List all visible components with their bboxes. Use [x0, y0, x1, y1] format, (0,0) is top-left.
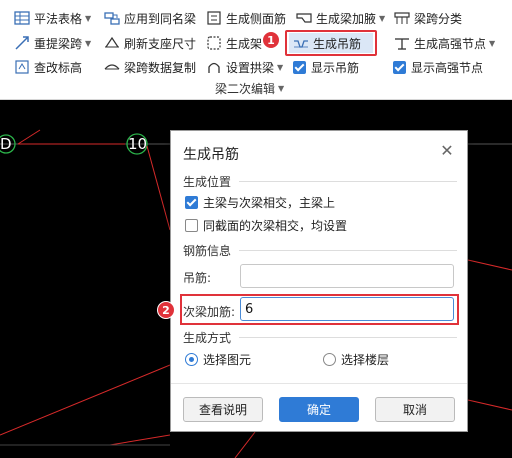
gen-hanger-dialog: 生成吊筋 ✕ 生成位置 主梁与次梁相交，主梁上 同截面的次梁相交，均设置 钢筋信…: [157, 130, 468, 432]
arch-icon: [206, 59, 222, 75]
chevron-down-icon: ▼: [379, 13, 386, 23]
flat-table-label: 平法表格: [34, 11, 83, 26]
show-hanger-label: 显示吊筋: [311, 60, 360, 75]
refresh-support-icon: [104, 35, 120, 51]
flat-table-button[interactable]: 平法表格 ▼: [14, 8, 91, 28]
relift-icon: [14, 35, 30, 51]
gen-beam-stirrup-label: 生成架: [226, 36, 263, 51]
dialog-title: 生成吊筋: [183, 147, 239, 163]
radio-select-element-label: 选择图元: [203, 353, 252, 367]
option-same-section-checkbox[interactable]: 同截面的次梁相交，均设置: [185, 217, 347, 234]
apply-same-beam-label: 应用到同名梁: [124, 11, 197, 26]
section-position-header: 生成位置: [183, 173, 457, 190]
haunch-icon: [296, 10, 312, 26]
check-elevation-label: 查改标高: [34, 60, 83, 75]
chevron-down-icon: ▼: [85, 38, 92, 48]
option-same-section-label: 同截面的次梁相交，均设置: [203, 219, 348, 233]
group-label-text: 梁二次编辑: [215, 82, 276, 96]
axis-label-10: 10: [128, 135, 148, 153]
gen-side-rebar-button[interactable]: 生成侧面筋: [206, 8, 286, 28]
secondary-field-label: 次梁加筋:: [183, 305, 236, 319]
close-icon[interactable]: ✕: [439, 143, 455, 159]
span-classify-icon: [394, 10, 410, 26]
help-button[interactable]: 查看说明: [183, 397, 263, 422]
copy-span-data-button[interactable]: 梁跨数据复制: [104, 57, 196, 77]
relift-span-label: 重提梁跨: [34, 36, 83, 51]
span-classify-label: 梁跨分类: [414, 11, 463, 26]
hanger-input[interactable]: [240, 264, 454, 288]
gen-high-node-label: 生成高强节点: [414, 36, 487, 51]
section-rebar-label: 钢筋信息: [183, 244, 232, 258]
chevron-down-icon: ▼: [277, 62, 284, 72]
secondary-rebar-input[interactable]: [240, 297, 454, 321]
option-main-secondary-checkbox[interactable]: 主梁与次梁相交，主梁上: [185, 194, 335, 211]
gen-beam-haunch-label: 生成梁加腋: [316, 11, 377, 26]
cancel-button[interactable]: 取消: [375, 397, 455, 422]
show-hanger-checkbox[interactable]: 显示吊筋: [293, 57, 359, 77]
show-high-node-checkbox[interactable]: 显示高强节点: [393, 57, 483, 77]
elevation-icon: [14, 59, 30, 75]
radio-select-element[interactable]: 选择图元: [185, 351, 251, 368]
copy-beam-icon: [104, 10, 120, 26]
radio-select-floor-label: 选择楼层: [341, 353, 390, 367]
radio-selected-icon: [185, 353, 198, 366]
axis-label-d: D: [0, 135, 12, 153]
copy-span-data-label: 梁跨数据复制: [124, 60, 197, 75]
span-classify-button[interactable]: 梁跨分类: [394, 8, 462, 28]
table-icon: [14, 10, 30, 26]
radio-select-floor[interactable]: 选择楼层: [323, 351, 389, 368]
section-position-label: 生成位置: [183, 175, 232, 189]
ribbon-toolbar: 平法表格 ▼ 应用到同名梁 生成侧面筋 生成梁加腋 ▼ 梁跨分类 重提梁跨 ▼: [0, 0, 512, 100]
copy-span-icon: [104, 59, 120, 75]
gen-hanger-callout-box: [285, 30, 377, 56]
callout-badge-1: 1: [262, 31, 280, 49]
check-elevation-button[interactable]: 查改标高: [14, 57, 82, 77]
radio-unselected-icon: [323, 353, 336, 366]
high-node-icon: [394, 35, 410, 51]
dialog-footer-divider: [171, 383, 467, 384]
chevron-down-icon: ▼: [278, 84, 285, 93]
chevron-down-icon: ▼: [489, 38, 496, 48]
checkbox-checked-icon: [393, 60, 406, 74]
section-method-label: 生成方式: [183, 331, 232, 345]
set-arch-beam-label: 设置拱梁: [226, 60, 275, 75]
ribbon-group-label[interactable]: 梁二次编辑 ▼: [215, 80, 284, 97]
section-rebar-header: 钢筋信息: [183, 242, 457, 259]
gen-beam-haunch-button[interactable]: 生成梁加腋 ▼: [296, 8, 385, 28]
relift-span-button[interactable]: 重提梁跨 ▼: [14, 33, 91, 53]
gen-beam-stirrup-button[interactable]: 生成架: [206, 33, 262, 53]
ok-button[interactable]: 确定: [279, 397, 359, 422]
refresh-support-label: 刷新支座尺寸: [124, 36, 197, 51]
checkbox-unchecked-icon: [185, 219, 198, 232]
side-rebar-icon: [206, 10, 222, 26]
checkbox-checked-icon: [293, 60, 306, 74]
option-main-secondary-label: 主梁与次梁相交，主梁上: [203, 196, 336, 210]
hanger-field-label: 吊筋:: [183, 271, 212, 285]
checkbox-checked-icon: [185, 196, 198, 209]
stirrup-icon: [206, 35, 222, 51]
chevron-down-icon: ▼: [85, 13, 92, 23]
apply-same-beam-button[interactable]: 应用到同名梁: [104, 8, 196, 28]
callout-badge-2: 2: [157, 301, 175, 319]
gen-high-node-button[interactable]: 生成高强节点 ▼: [394, 33, 495, 53]
section-method-header: 生成方式: [183, 329, 457, 346]
gen-side-rebar-label: 生成侧面筋: [226, 11, 287, 26]
set-arch-beam-button[interactable]: 设置拱梁 ▼: [206, 57, 283, 77]
refresh-support-button[interactable]: 刷新支座尺寸: [104, 33, 196, 53]
show-high-node-label: 显示高强节点: [411, 60, 484, 75]
